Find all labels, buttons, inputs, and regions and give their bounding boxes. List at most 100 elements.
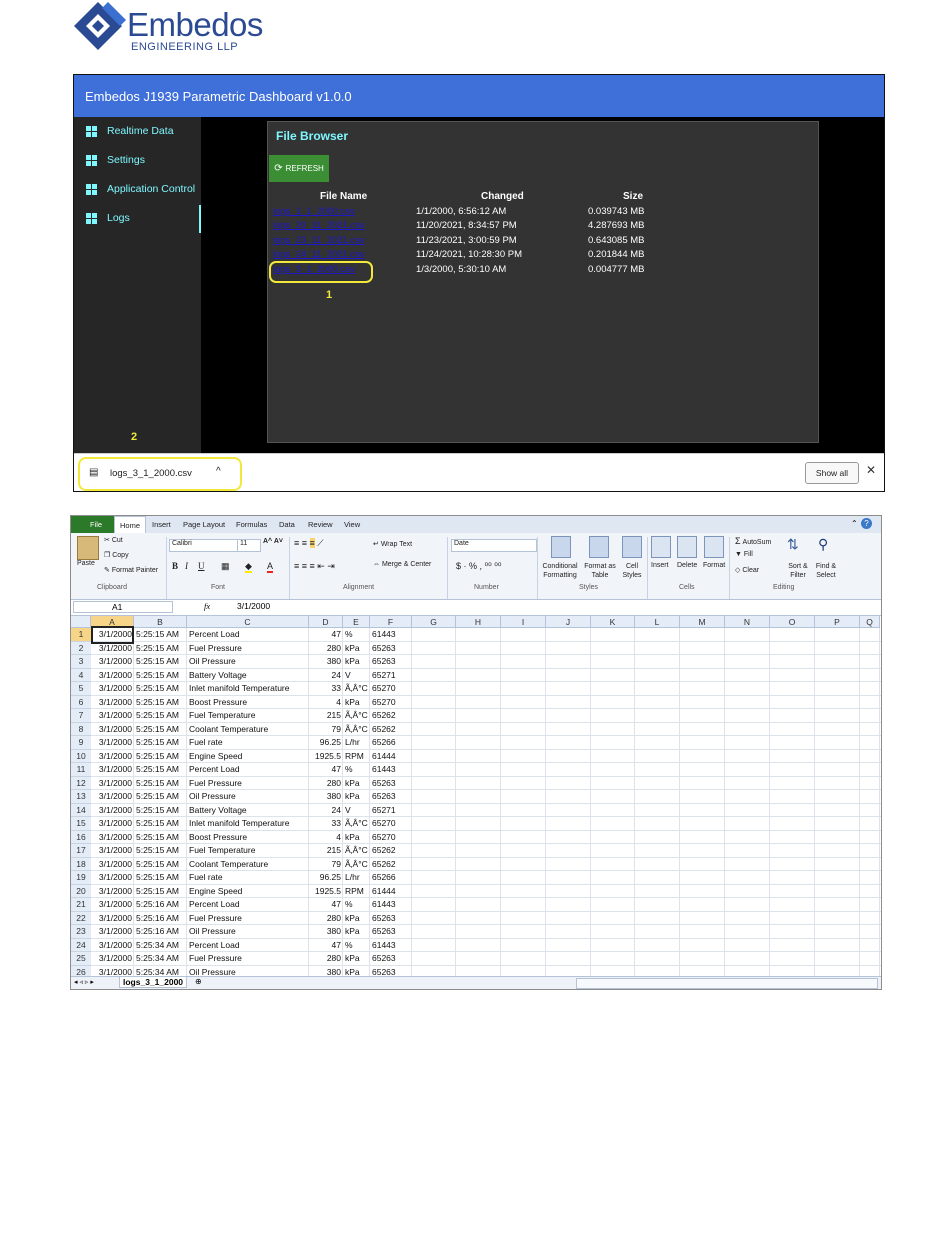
cell[interactable]: 5:25:15 AM [136, 642, 185, 656]
paste-button[interactable]: Paste [77, 560, 95, 567]
cell[interactable]: 280 [311, 952, 341, 966]
cell[interactable]: Coolant Temperature [189, 858, 307, 872]
cell[interactable]: Ã‚Â°C [345, 858, 368, 872]
cell[interactable]: 65270 [372, 682, 410, 696]
cell[interactable]: 215 [311, 844, 341, 858]
row-header[interactable]: 3 [71, 655, 91, 669]
row-header[interactable]: 16 [71, 830, 91, 844]
name-box[interactable]: A1 [73, 601, 173, 613]
cell[interactable]: 3/1/2000 [93, 817, 132, 831]
column-header[interactable]: C [187, 616, 309, 628]
cell[interactable]: 65270 [372, 696, 410, 710]
cell[interactable]: kPa [345, 912, 368, 926]
cell[interactable]: 3/1/2000 [93, 844, 132, 858]
cell[interactable]: % [345, 763, 368, 777]
cell[interactable]: 5:25:15 AM [136, 723, 185, 737]
column-header[interactable]: O [770, 616, 815, 628]
row-header[interactable]: 24 [71, 938, 91, 952]
cell[interactable]: 3/1/2000 [93, 723, 132, 737]
cell[interactable]: Battery Voltage [189, 804, 307, 818]
cell[interactable]: 61443 [372, 939, 410, 953]
row-header[interactable]: 11 [71, 763, 91, 777]
fill-button[interactable]: ▼ Fill [735, 551, 753, 558]
delete-button[interactable]: Delete [677, 562, 697, 569]
cell[interactable]: 5:25:15 AM [136, 736, 185, 750]
row-header[interactable]: 15 [71, 817, 91, 831]
cell[interactable]: Percent Load [189, 763, 307, 777]
cell[interactable]: 5:25:34 AM [136, 939, 185, 953]
row-header[interactable]: 10 [71, 749, 91, 763]
cell[interactable]: 61444 [372, 750, 410, 764]
file-link[interactable]: logs_20_11_2021.csv [273, 220, 365, 231]
cell[interactable]: kPa [345, 925, 368, 939]
cell[interactable]: 3/1/2000 [93, 871, 132, 885]
column-header[interactable]: P [815, 616, 860, 628]
cell[interactable]: 1925.5 [311, 885, 341, 899]
cell[interactable]: Fuel Pressure [189, 642, 307, 656]
cell[interactable]: 3/1/2000 [93, 790, 132, 804]
column-header[interactable]: B [134, 616, 187, 628]
cell[interactable]: Coolant Temperature [189, 723, 307, 737]
row-header[interactable]: 25 [71, 952, 91, 966]
cell[interactable]: 24 [311, 804, 341, 818]
cell[interactable]: Percent Load [189, 628, 307, 642]
cell[interactable]: 33 [311, 682, 341, 696]
row-header[interactable]: 6 [71, 695, 91, 709]
cell[interactable]: 3/1/2000 [93, 696, 132, 710]
cell[interactable]: 5:25:15 AM [136, 831, 185, 845]
row-header[interactable]: 19 [71, 871, 91, 885]
cell[interactable]: 79 [311, 858, 341, 872]
cell[interactable]: 65271 [372, 804, 410, 818]
formula-input[interactable]: 3/1/2000 [237, 601, 270, 611]
cell[interactable]: 5:25:16 AM [136, 912, 185, 926]
insert-button[interactable]: Insert [651, 562, 669, 569]
cell[interactable]: 61443 [372, 628, 410, 642]
cell[interactable]: 1925.5 [311, 750, 341, 764]
cell[interactable]: 65262 [372, 709, 410, 723]
row-header[interactable]: 5 [71, 682, 91, 696]
cell[interactable]: Ã‚Â°C [345, 817, 368, 831]
cell[interactable]: 24 [311, 669, 341, 683]
row-header[interactable]: 23 [71, 925, 91, 939]
column-header[interactable]: H [456, 616, 501, 628]
cell[interactable]: 3/1/2000 [93, 682, 132, 696]
column-header[interactable]: A [91, 616, 134, 628]
cell[interactable]: Inlet manifold Temperature [189, 817, 307, 831]
row-header[interactable]: 9 [71, 736, 91, 750]
cell[interactable]: kPa [345, 952, 368, 966]
font-size-select[interactable]: 11 [237, 539, 261, 552]
cell[interactable]: 3/1/2000 [93, 642, 132, 656]
cell[interactable]: 5:25:15 AM [136, 871, 185, 885]
font-color-icon[interactable]: A [267, 561, 274, 573]
borders-icon[interactable]: ▦ [221, 561, 230, 572]
cell[interactable]: kPa [345, 642, 368, 656]
italic-button[interactable]: I [185, 561, 188, 571]
spreadsheet-grid[interactable]: A B C D E F G H I J K L M N O P Q 1 3/1/2000 5:25:15 AM Perc… [71, 616, 881, 979]
function-icon[interactable]: fx [204, 601, 210, 611]
cell[interactable]: RPM [345, 885, 368, 899]
cell[interactable]: kPa [345, 777, 368, 791]
cell[interactable]: Boost Pressure [189, 831, 307, 845]
currency-icon[interactable]: $ · % , ⁰⁰ ⁰⁰ [456, 561, 501, 572]
column-header[interactable]: D [309, 616, 343, 628]
row-header[interactable]: 1 [71, 628, 91, 642]
cell[interactable]: Percent Load [189, 939, 307, 953]
cell[interactable]: 5:25:15 AM [136, 696, 185, 710]
cell[interactable]: kPa [345, 831, 368, 845]
cell[interactable]: kPa [345, 655, 368, 669]
cell[interactable]: Engine Speed [189, 885, 307, 899]
cell[interactable]: Fuel Temperature [189, 709, 307, 723]
download-item[interactable]: ▤ logs_3_1_2000.csv ^ [78, 457, 242, 491]
font-name-select[interactable]: Calibri [169, 539, 239, 552]
cell[interactable]: Fuel rate [189, 871, 307, 885]
tab-view[interactable]: View [339, 516, 365, 533]
cell[interactable]: 65263 [372, 952, 410, 966]
cell[interactable]: Ã‚Â°C [345, 723, 368, 737]
fill-color-icon[interactable]: ◆ [245, 561, 252, 573]
cell[interactable]: Ã‚Â°C [345, 844, 368, 858]
cell[interactable]: 3/1/2000 [93, 763, 132, 777]
cell[interactable]: 5:25:15 AM [136, 817, 185, 831]
row-header[interactable]: 7 [71, 709, 91, 723]
select-all-corner[interactable] [71, 616, 91, 628]
cell[interactable]: 65263 [372, 642, 410, 656]
